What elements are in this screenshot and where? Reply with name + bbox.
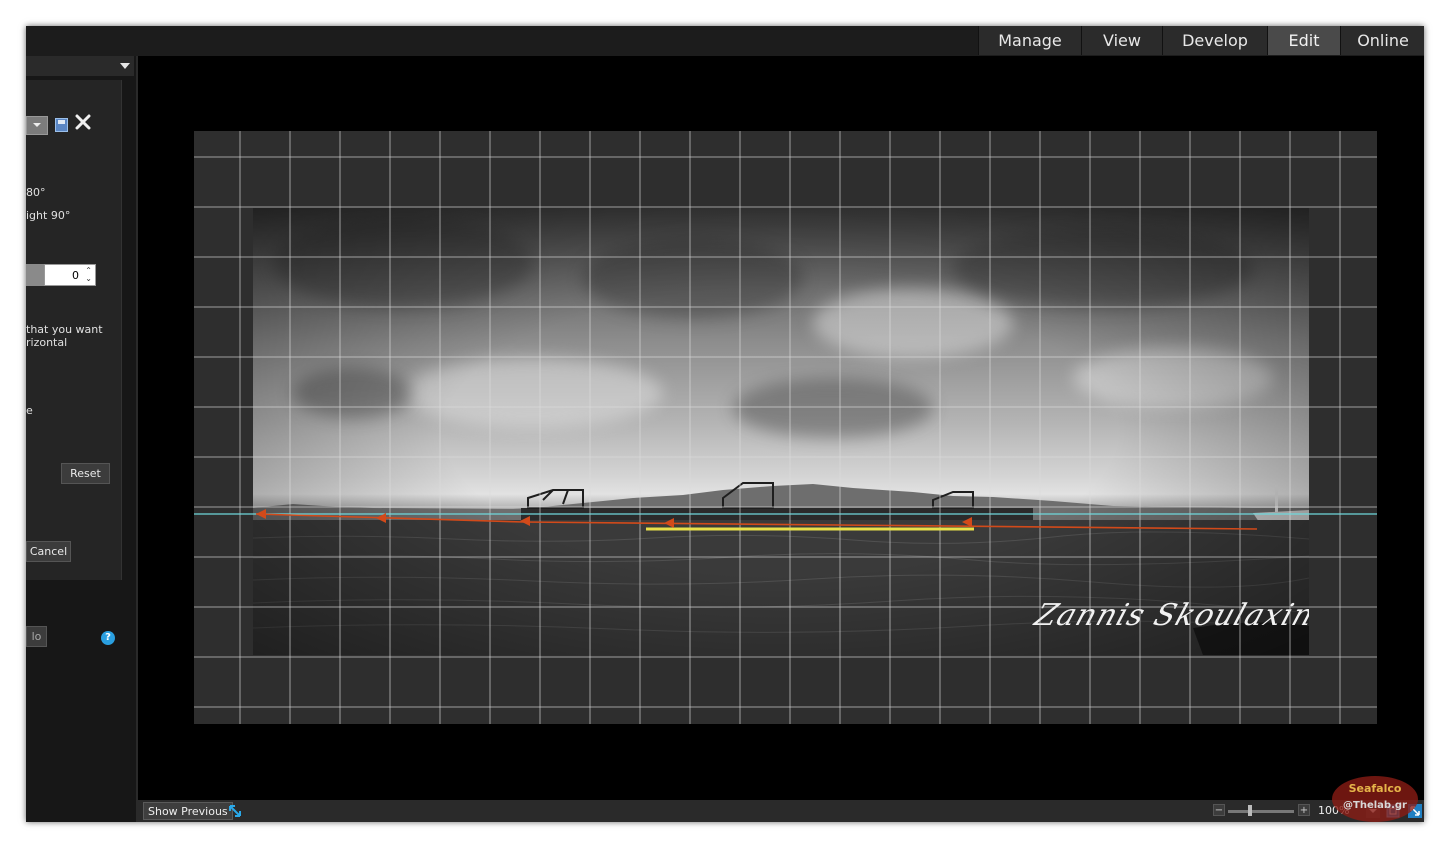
undo-button[interactable]: lo	[26, 626, 47, 647]
tool-panel: 80° ight 90° 0 ⌃ ⌄ that you want rizontal…	[26, 56, 136, 822]
rotate-180-option[interactable]: 80°	[26, 186, 46, 199]
arrow-icon	[664, 518, 674, 528]
app-window: Manage View Develop Edit Online 80° ight…	[26, 26, 1424, 822]
preset-dropdown[interactable]	[26, 116, 48, 135]
tab-online[interactable]: Online	[1340, 26, 1424, 55]
zoom-slider-handle[interactable]	[1248, 805, 1252, 816]
mode-tab-bar: Manage View Develop Edit Online	[26, 26, 1424, 56]
straighten-guides	[194, 509, 1377, 531]
reset-button[interactable]: Reset	[61, 463, 110, 484]
angle-value: 0	[72, 269, 79, 282]
svg-text:Seafalco: Seafalco	[1349, 782, 1402, 795]
help-icon[interactable]: ?	[101, 631, 115, 645]
instruction-text-line2: rizontal	[26, 336, 68, 349]
angle-slider[interactable]	[26, 264, 44, 286]
arrow-icon	[256, 509, 266, 519]
tab-develop[interactable]: Develop	[1162, 26, 1267, 55]
drag-path	[255, 513, 1258, 530]
expand-icon[interactable]	[228, 804, 242, 818]
status-bar: Show Previous − + 100%	[138, 800, 1424, 822]
seafalco-watermark-logo: Seafalco @Thelab.gr	[1332, 776, 1418, 822]
spin-arrows-icon[interactable]: ⌃ ⌄	[85, 267, 92, 283]
tab-view[interactable]: View	[1081, 26, 1162, 55]
chevron-down-icon	[120, 63, 130, 69]
zoom-slider[interactable]	[1228, 810, 1294, 813]
photo-straighten-area[interactable]: Zannis Skoulaxinos	[194, 131, 1377, 724]
tab-manage[interactable]: Manage	[978, 26, 1081, 55]
arrow-icon	[520, 516, 530, 526]
panel-selector-dropdown[interactable]	[26, 56, 134, 76]
rotate-right-90-option[interactable]: ight 90°	[26, 209, 70, 222]
show-previous-button[interactable]: Show Previous	[143, 802, 233, 820]
image-canvas[interactable]: Zannis Skoulaxinos	[138, 56, 1424, 800]
instruction-text-line1: that you want	[26, 323, 103, 336]
tab-edit[interactable]: Edit	[1267, 26, 1340, 55]
angle-input[interactable]: 0 ⌃ ⌄	[44, 264, 96, 286]
option-label: e	[26, 404, 33, 417]
zoom-out-button[interactable]: −	[1213, 804, 1225, 816]
cancel-button[interactable]: Cancel	[26, 541, 71, 562]
svg-text:@Thelab.gr: @Thelab.gr	[1343, 800, 1407, 811]
save-preset-icon[interactable]	[55, 118, 68, 132]
straighten-tool-panel: 80° ight 90° 0 ⌃ ⌄ that you want rizontal…	[26, 80, 122, 580]
delete-preset-icon[interactable]	[74, 113, 92, 131]
zoom-in-button[interactable]: +	[1298, 804, 1310, 816]
chevron-down-icon	[33, 123, 41, 127]
